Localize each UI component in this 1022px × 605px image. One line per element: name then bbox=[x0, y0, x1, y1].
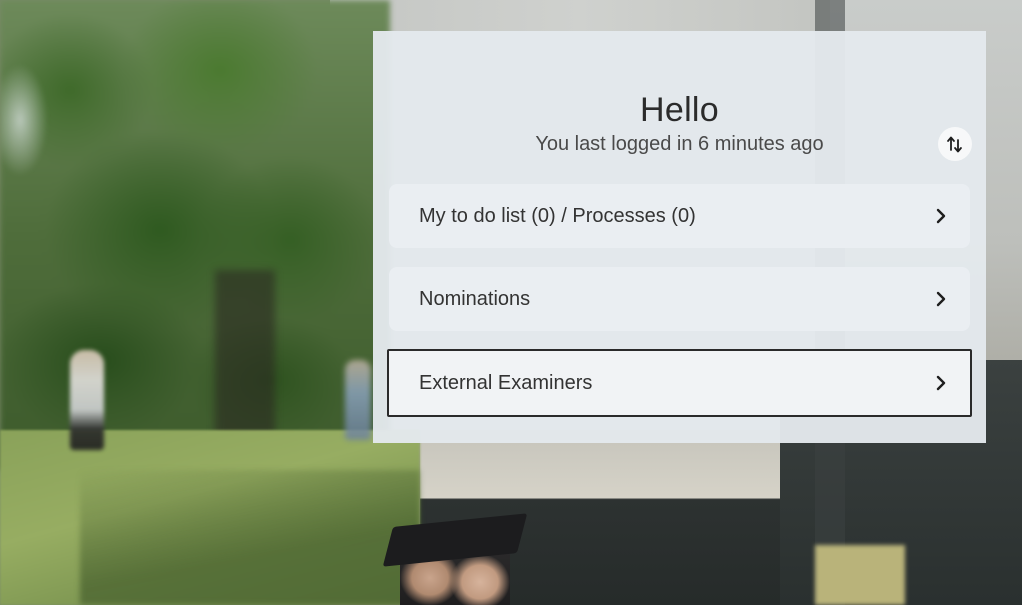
sort-arrows-icon bbox=[947, 136, 962, 153]
todo-processes-label: My to do list (0) / Processes (0) bbox=[419, 204, 696, 227]
background-person bbox=[70, 350, 104, 450]
todo-processes-item[interactable]: My to do list (0) / Processes (0) bbox=[389, 184, 970, 248]
external-examiners-label: External Examiners bbox=[419, 371, 593, 394]
background-sign bbox=[815, 545, 905, 605]
nominations-label: Nominations bbox=[419, 287, 531, 310]
chevron-right-icon bbox=[934, 291, 948, 307]
sort-button[interactable] bbox=[938, 127, 972, 161]
chevron-right-icon bbox=[934, 375, 948, 391]
external-examiners-item[interactable]: External Examiners bbox=[387, 349, 972, 417]
welcome-card: Hello You last logged in 6 minutes ago M… bbox=[373, 31, 986, 443]
nominations-item[interactable]: Nominations bbox=[389, 267, 970, 331]
greeting-title: Hello bbox=[640, 91, 719, 129]
background-lawn-shadow bbox=[80, 470, 420, 605]
background-tree-trunk bbox=[215, 270, 275, 450]
background-person bbox=[345, 360, 371, 440]
background-sky bbox=[0, 0, 60, 200]
chevron-right-icon bbox=[934, 208, 948, 224]
last-login-text: You last logged in 6 minutes ago bbox=[535, 133, 824, 155]
page: Hello You last logged in 6 minutes ago M… bbox=[0, 0, 1022, 605]
